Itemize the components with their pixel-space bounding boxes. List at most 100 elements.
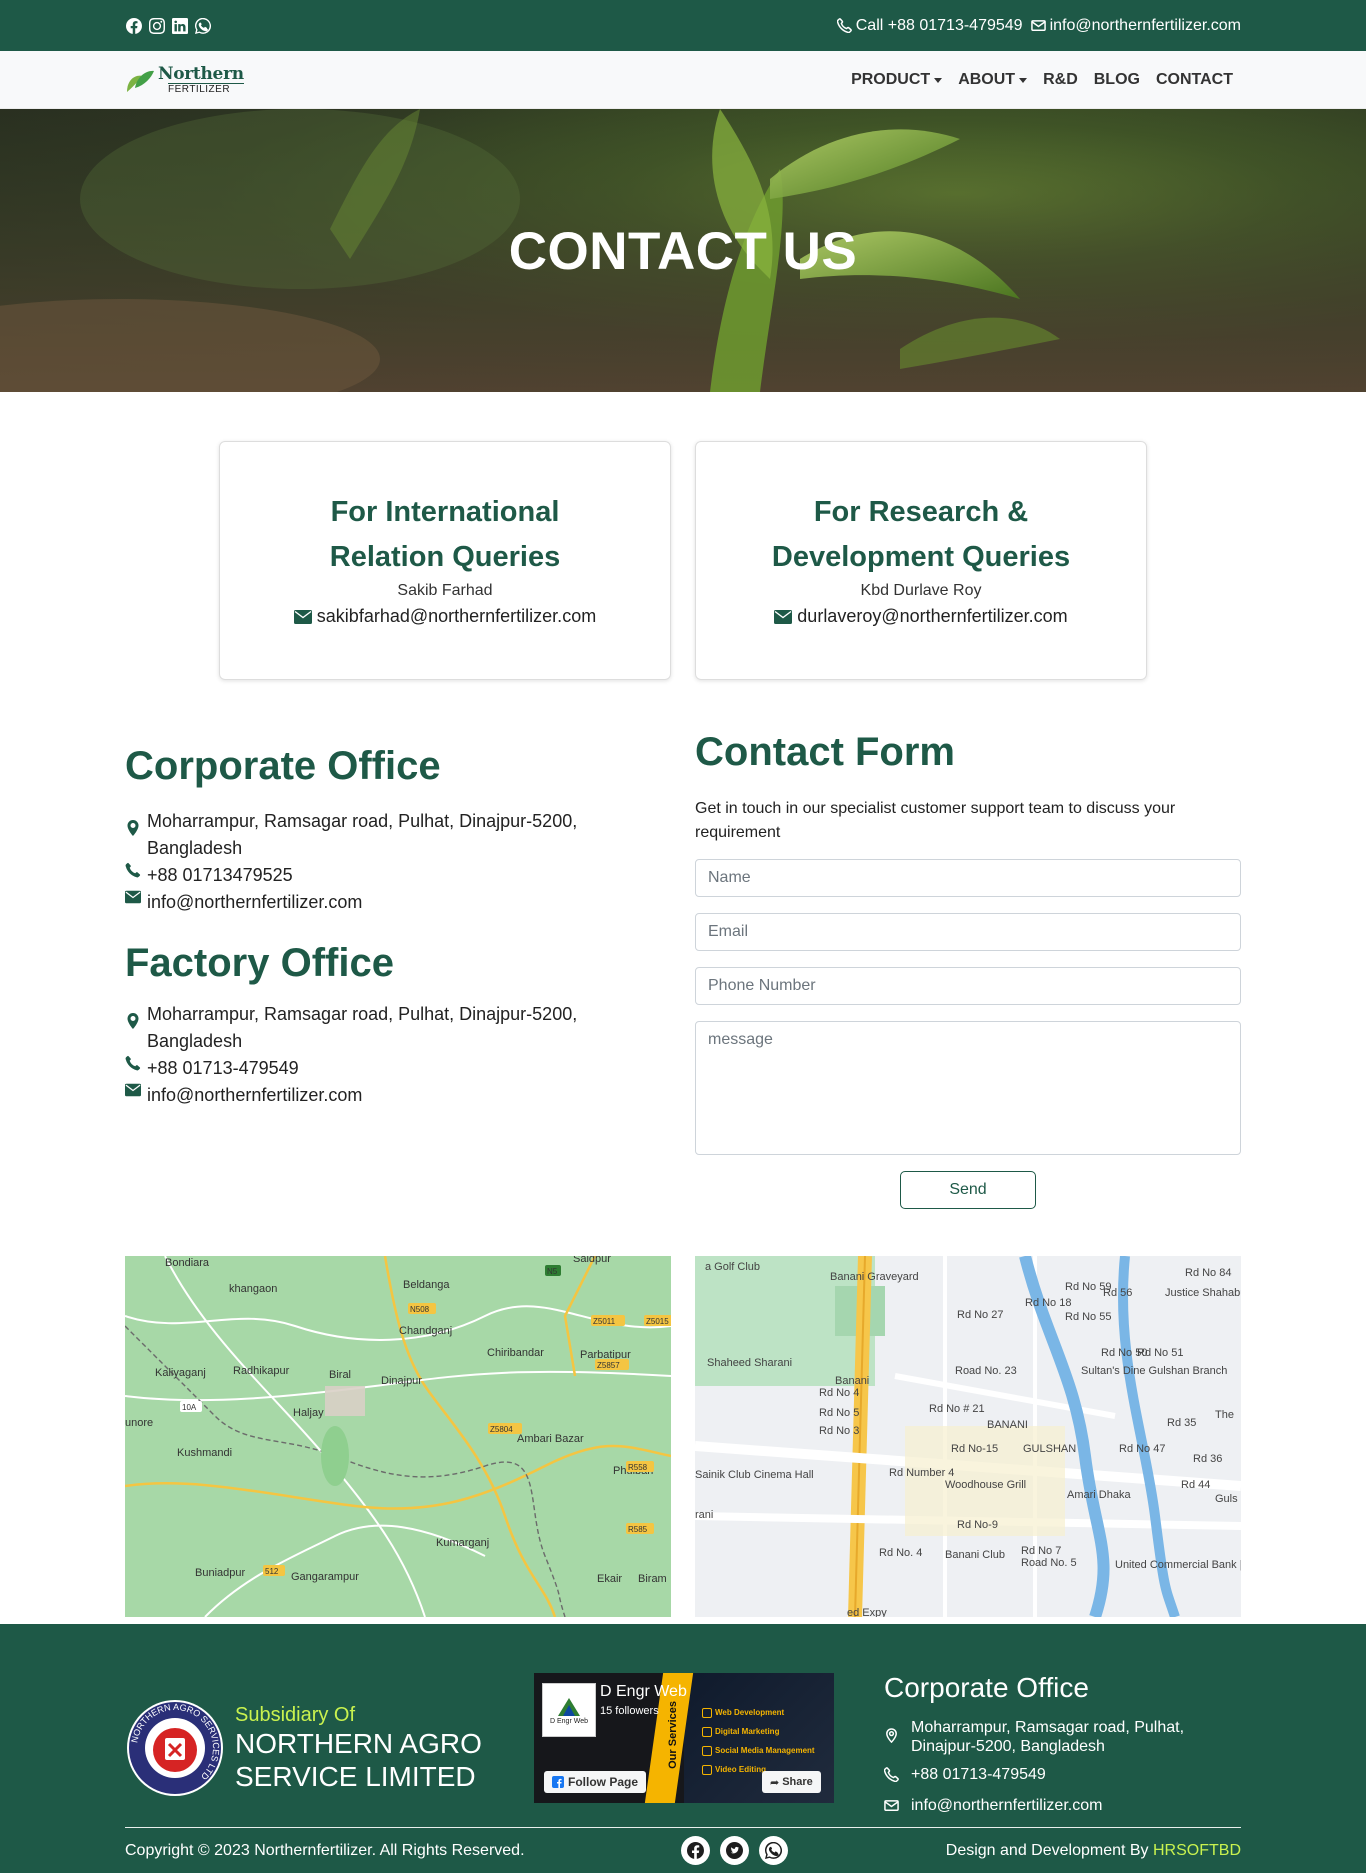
facebook-icon[interactable] <box>681 1836 710 1865</box>
linkedin-icon[interactable] <box>171 17 188 34</box>
map-place-label: Rd No 7 <box>1021 1545 1061 1557</box>
factory-email[interactable]: info@northernfertilizer.com <box>125 1082 670 1109</box>
map-place-label: Haljay <box>293 1407 324 1419</box>
factory-phone[interactable]: +88 01713-479549 <box>125 1055 670 1082</box>
map-place-label: Banani Graveyard <box>830 1271 919 1283</box>
card-email-link[interactable]: durlaveroy@northernfertilizer.com <box>774 606 1068 627</box>
map-place-label: Kushmandi <box>177 1447 232 1459</box>
phone-icon <box>125 1055 141 1071</box>
road-shield-label: 512 <box>265 1567 279 1576</box>
banani-map[interactable]: a Golf Club Banani Graveyard Banani Rd No 4… <box>695 1256 1241 1617</box>
twitter-icon[interactable] <box>720 1836 749 1865</box>
subsidiary-label: Subsidiary Of <box>235 1703 356 1726</box>
nav-product[interactable]: PRODUCT <box>843 71 950 89</box>
whatsapp-icon[interactable] <box>759 1836 788 1865</box>
message-textarea[interactable]: message <box>695 1021 1241 1155</box>
road-shield-label: Z5011 <box>593 1317 616 1326</box>
map-place-label: Justice Shahabuddin Ahmed Park <box>1165 1287 1241 1299</box>
map-place-label: Dinajpur <box>381 1375 422 1387</box>
map-place-label: Rd No 84 <box>1185 1267 1231 1279</box>
company-name: NORTHERN AGRO SERVICE LIMITED <box>235 1727 482 1792</box>
top-email-text: info@northernfertilizer.com <box>1049 16 1241 34</box>
map-place-label: BANANI <box>987 1419 1028 1431</box>
map-place-label: unore <box>125 1417 153 1429</box>
fb-page-logo: D Engr Web <box>542 1683 596 1737</box>
factory-office-heading: Factory Office <box>125 941 394 985</box>
fb-services-list: Web Development Digital Marketing Social… <box>702 1703 815 1779</box>
card-person: Sakib Farhad <box>397 582 493 599</box>
phone-input[interactable]: Phone Number <box>695 967 1241 1005</box>
d-engr-logo-icon <box>558 1697 580 1716</box>
map-place-label: Rd No 5 <box>819 1407 859 1419</box>
road-shield-label: R558 <box>628 1463 648 1472</box>
map-place-label: Rd No 18 <box>1025 1297 1071 1309</box>
map-place-label: Rd 35 <box>1167 1417 1196 1429</box>
corporate-office-heading: Corporate Office <box>125 744 441 788</box>
query-cards: For International Relation Queries Sakib … <box>0 441 1366 680</box>
nav-blog[interactable]: BLOG <box>1086 71 1148 89</box>
facebook-page-widget[interactable]: D Engr Web D Engr Web 15 followers Our S… <box>534 1673 834 1803</box>
leaf-logo-icon <box>127 70 154 92</box>
footer-email[interactable]: info@northernfertilizer.com <box>884 1796 1241 1818</box>
map-place-label: United Commercial Bank | Head Office <box>1115 1559 1241 1571</box>
fb-services-label: Our Services <box>667 1701 679 1769</box>
fb-page-title[interactable]: D Engr Web <box>600 1683 687 1701</box>
envelope-icon <box>1030 20 1046 31</box>
top-bar: Call +88 01713-479549 info@northernferti… <box>0 0 1366 51</box>
nav-rnd[interactable]: R&D <box>1035 71 1086 89</box>
map-place-label: a Golf Club <box>705 1261 760 1273</box>
top-contact: Call +88 01713-479549 info@northernferti… <box>836 16 1241 35</box>
nav-about[interactable]: ABOUT <box>950 71 1035 89</box>
map-place-label: Shaheed Sharani <box>707 1357 792 1369</box>
map-pin-icon <box>127 1013 139 1029</box>
send-button[interactable]: Send <box>900 1171 1036 1209</box>
road-shield-label: N5 <box>547 1267 558 1276</box>
top-email[interactable]: info@northernfertilizer.com <box>1030 16 1241 35</box>
card-title: For Research & Development Queries <box>771 496 1071 573</box>
map-place-label: Rd No-9 <box>957 1519 998 1531</box>
map-place-label: Rd 56 <box>1103 1287 1132 1299</box>
corporate-phone[interactable]: +88 01713479525 <box>125 862 670 889</box>
map-place-label: Rd No-15 <box>951 1443 998 1455</box>
map-pin-icon <box>886 1728 897 1744</box>
email-input[interactable]: Email <box>695 913 1241 951</box>
card-email-link[interactable]: sakibfarhad@northernfertilizer.com <box>293 606 596 627</box>
top-phone[interactable]: Call +88 01713-479549 <box>836 16 1023 35</box>
map-place-label: Beldanga <box>403 1279 450 1291</box>
map-place-label: Ekair <box>597 1573 622 1585</box>
whatsapp-icon[interactable] <box>194 17 211 34</box>
footer-phone[interactable]: +88 01713-479549 <box>883 1765 1241 1787</box>
map-place-label: Bondiara <box>165 1257 210 1269</box>
contact-form-heading: Contact Form <box>695 730 955 774</box>
navbar: Northern FERTILIZER PRODUCT ABOUT R&D BL… <box>0 51 1366 109</box>
map-place-label: Biral <box>329 1369 351 1381</box>
envelope-icon <box>884 1800 899 1811</box>
dinajpur-map[interactable]: Bondiara khangaon Beldanga Saidpur Chandganj… <box>125 1256 671 1617</box>
nav-contact[interactable]: CONTACT <box>1148 71 1241 89</box>
phone-icon <box>836 18 852 33</box>
map-place-label: Rd No 51 <box>1137 1347 1183 1359</box>
map-place-label: Rd No 3 <box>819 1425 859 1437</box>
envelope-icon <box>125 1083 141 1097</box>
map-place-label: khangaon <box>229 1283 277 1295</box>
fb-follow-button[interactable]: Follow Page <box>544 1771 647 1793</box>
site-logo[interactable]: Northern FERTILIZER <box>125 65 244 95</box>
logo-line2: FERTILIZER <box>168 82 244 95</box>
instagram-icon[interactable] <box>148 17 165 34</box>
road-shield-label: R585 <box>628 1525 648 1534</box>
credit-text: Design and Development By HRSOFTBD <box>945 1842 1241 1859</box>
name-input[interactable]: Name <box>695 859 1241 897</box>
page-title: CONTACT US <box>508 222 858 281</box>
contact-form-lead: Get in touch in our specialist customer … <box>695 800 1176 841</box>
map-pin-icon <box>127 820 139 836</box>
corporate-email[interactable]: info@northernfertilizer.com <box>125 889 670 916</box>
fb-share-button[interactable]: ➦ Share <box>762 1771 821 1793</box>
top-phone-text: Call +88 01713-479549 <box>855 16 1023 34</box>
facebook-icon[interactable] <box>125 17 142 34</box>
maps-row: Bondiara khangaon Beldanga Saidpur Chandganj… <box>125 1256 1241 1617</box>
fb-followers: 15 followers <box>600 1705 659 1717</box>
credit-link[interactable]: HRSOFTBD <box>1153 1842 1241 1859</box>
map-place-label: Buniadpur <box>195 1567 245 1579</box>
share-icon: ➦ <box>770 1776 780 1789</box>
factory-address: Moharrampur, Ramsagar road, Pulhat, Dina… <box>125 1001 670 1055</box>
